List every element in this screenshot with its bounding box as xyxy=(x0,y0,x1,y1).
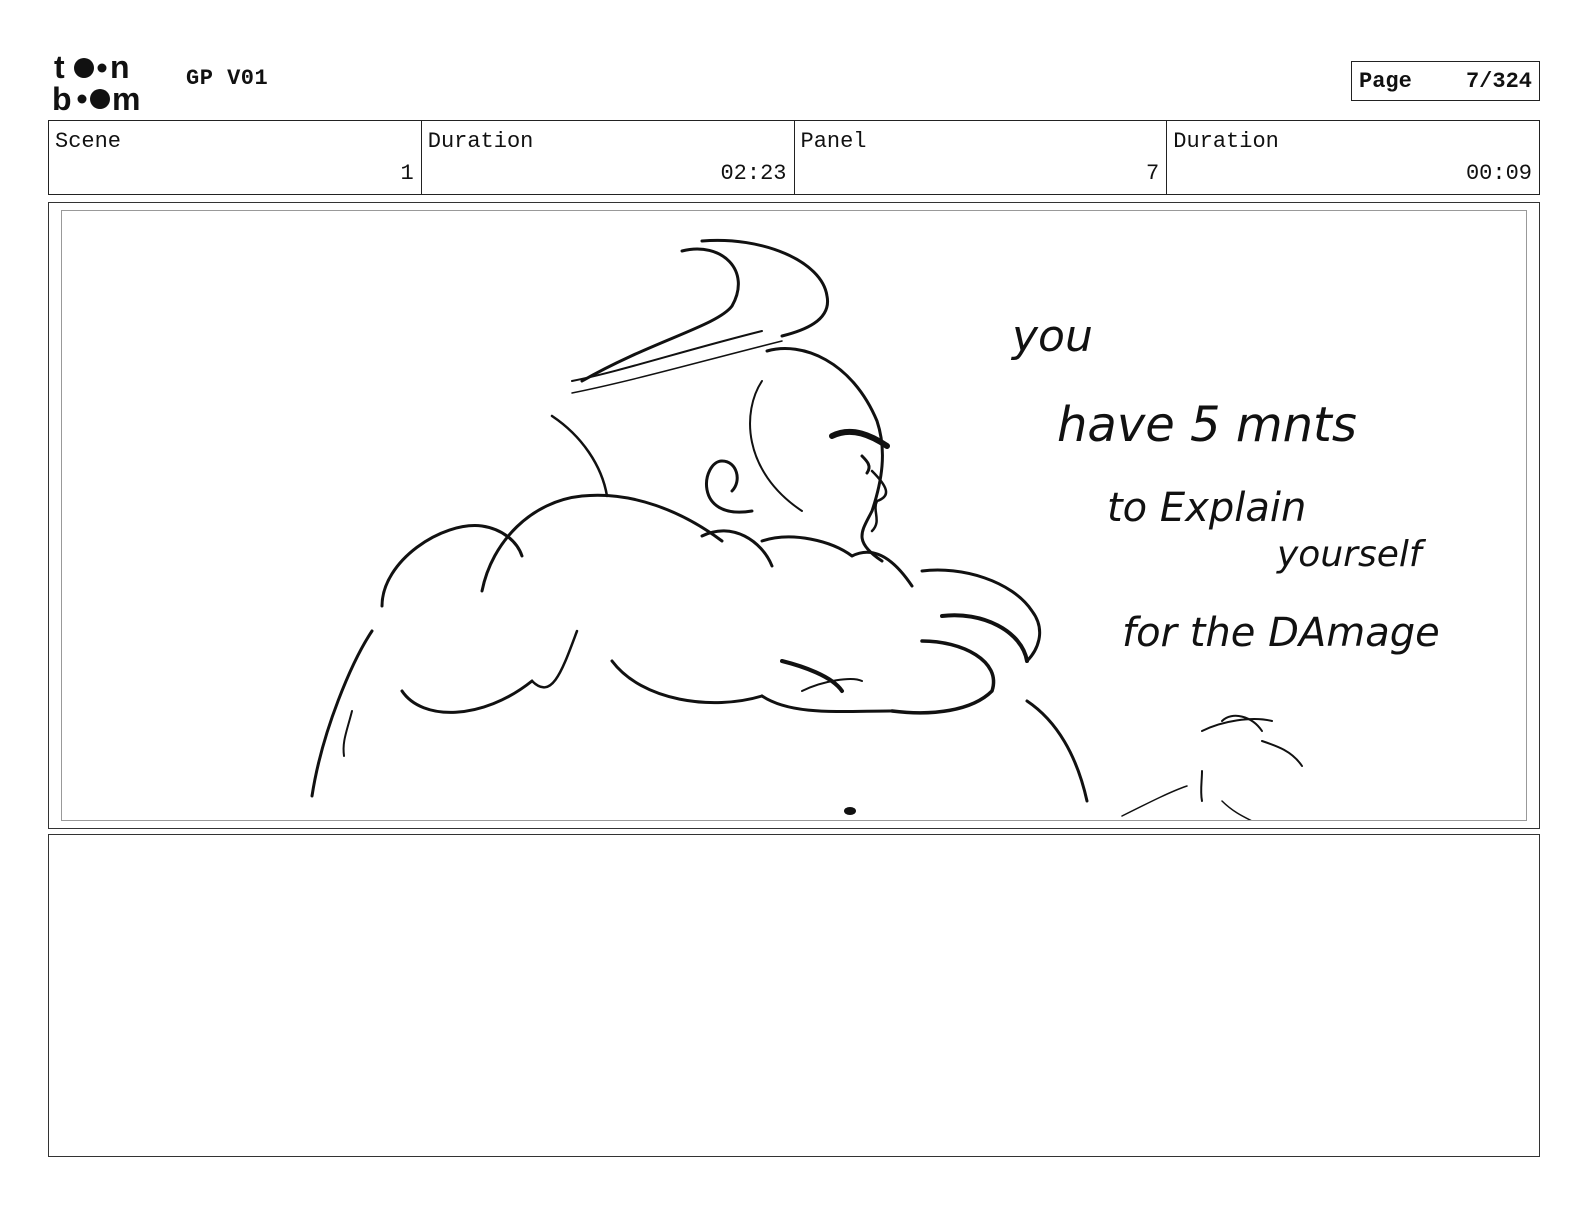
panel-image-area: you have 5 mnts to Explain yourself for … xyxy=(61,210,1527,821)
panel-duration-cell: Duration 00:09 xyxy=(1167,121,1539,194)
panel-label: Panel xyxy=(800,129,867,154)
scene-label: Scene xyxy=(55,129,122,154)
panel-duration-label: Duration xyxy=(1173,129,1279,154)
panel-value: 7 xyxy=(1146,161,1160,186)
svg-text:m: m xyxy=(112,81,140,112)
scene-duration-label: Duration xyxy=(427,129,534,154)
svg-text:b: b xyxy=(52,81,72,112)
panel-notes-area xyxy=(48,834,1540,1157)
page-label: Page xyxy=(1359,68,1412,94)
page-number: 7/324 xyxy=(1465,68,1532,94)
scene-cell: Scene 1 xyxy=(49,121,422,194)
page-indicator: Page 7/324 xyxy=(1351,61,1540,101)
scene-duration-cell: Duration 02:23 xyxy=(422,121,795,194)
svg-text:yourself: yourself xyxy=(1276,534,1427,575)
toon-boom-logo: t n b m xyxy=(52,49,164,117)
project-title: GP V01 xyxy=(186,66,269,91)
svg-text:have 5 mnts: have 5 mnts xyxy=(1057,397,1357,453)
svg-text:you: you xyxy=(1010,311,1093,362)
svg-text:for the DAmage: for the DAmage xyxy=(1122,610,1440,656)
svg-text:to Explain: to Explain xyxy=(1107,485,1306,531)
scene-info-row: Scene 1 Duration 02:23 Panel 7 Duration … xyxy=(48,120,1540,195)
panel-cell: Panel 7 xyxy=(795,121,1168,194)
scene-duration-value: 02:23 xyxy=(720,161,787,186)
panel-sketch: you have 5 mnts to Explain yourself for … xyxy=(310,238,1440,820)
svg-text:n: n xyxy=(110,50,130,85)
storyboard-panel: you have 5 mnts to Explain yourself for … xyxy=(48,202,1540,829)
scene-value: 1 xyxy=(400,161,414,186)
svg-text:t: t xyxy=(54,50,65,85)
panel-duration-value: 00:09 xyxy=(1465,161,1532,186)
